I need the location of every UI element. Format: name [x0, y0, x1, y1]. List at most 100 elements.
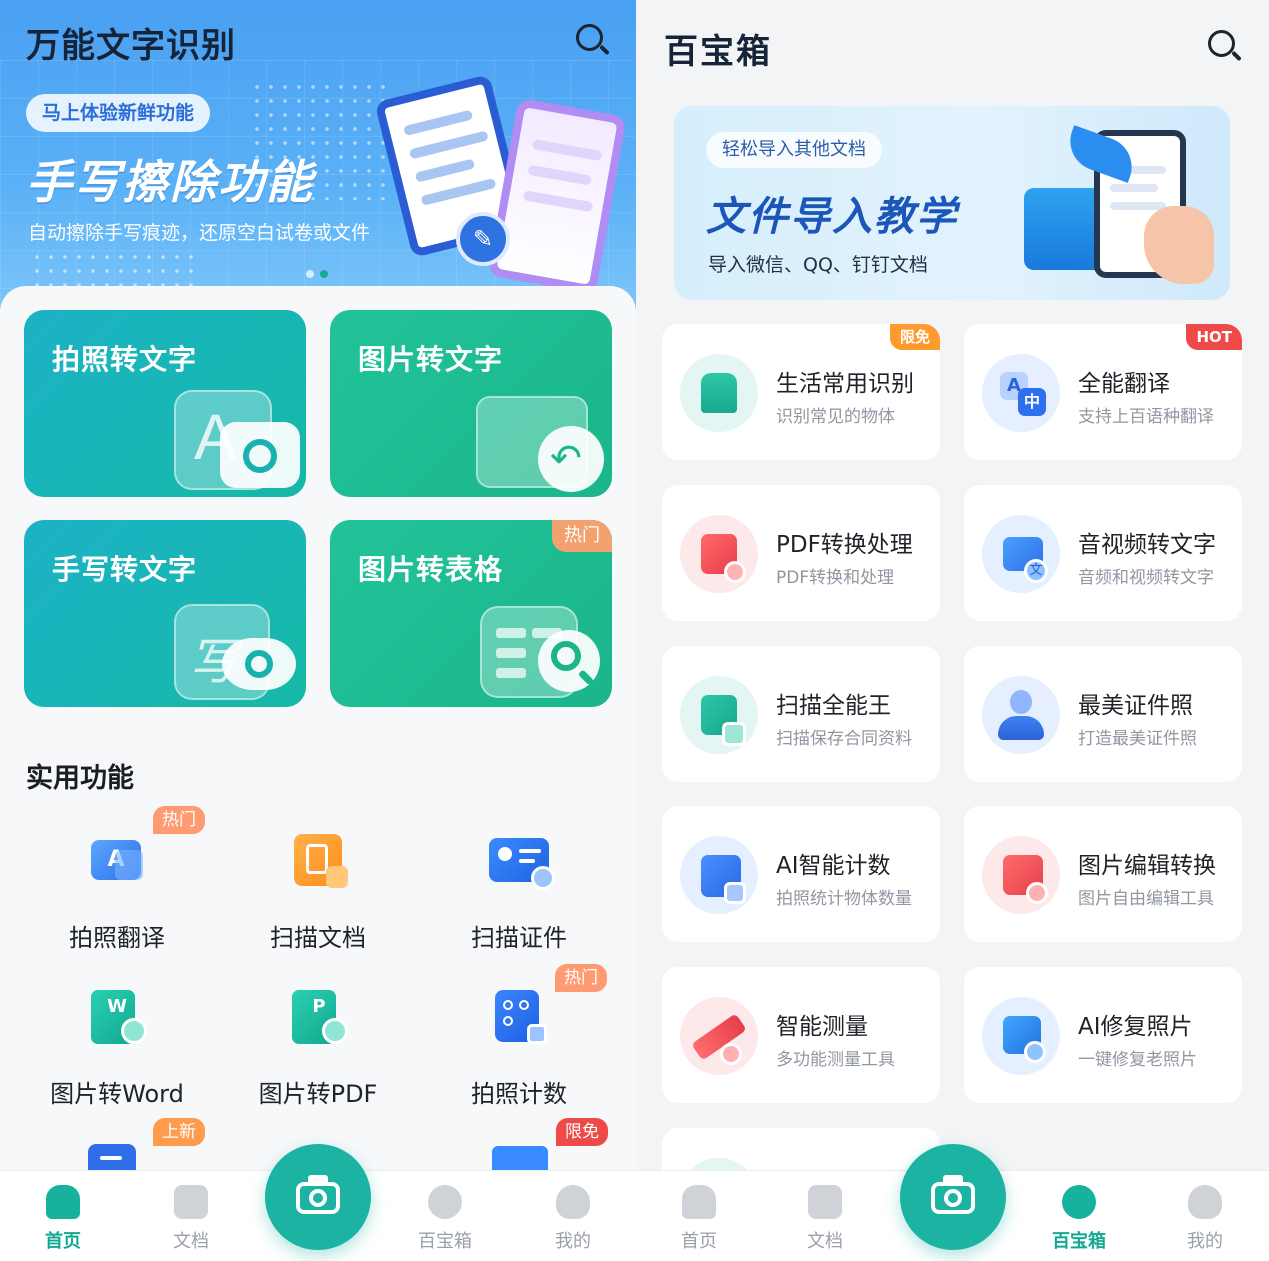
handwriting-to-text-card[interactable]: 手写转文字 写 — [24, 520, 306, 707]
section-title: 实用功能 — [26, 763, 134, 794]
tab-label: 我的 — [555, 1231, 591, 1252]
tool-name: 生活常用识别 — [776, 371, 914, 397]
toolbox-screen: 百宝箱 轻松导入其他文档 文件导入教学 导入微信、QQ、钉钉文档 生活常用识别 … — [636, 0, 1269, 1261]
document-icon — [174, 1185, 208, 1219]
image-to-pdf-tool[interactable]: P 图片转PDF — [218, 988, 418, 1108]
translate-icon: A 中 — [982, 354, 1060, 432]
tool-name: 全能翻译 — [1078, 371, 1170, 397]
scan-id-icon — [489, 832, 555, 892]
tool-name: 图片编辑转换 — [1078, 853, 1216, 879]
scan-document-icon — [288, 832, 348, 892]
pdf-icon: P — [288, 988, 348, 1048]
banner-chip: 马上体验新鲜功能 — [26, 94, 211, 132]
house-icon — [680, 354, 758, 432]
tab-toolbox[interactable]: 百宝箱 — [1034, 1185, 1124, 1253]
id-photo-icon — [982, 676, 1060, 754]
tab-label: 我的 — [1187, 1231, 1223, 1252]
photo-to-text-card[interactable]: 拍照转文字 A — [24, 310, 306, 497]
scan-id-tool[interactable]: 扫描证件 — [419, 832, 619, 952]
tab-docs[interactable]: 文档 — [780, 1185, 870, 1253]
tab-label: 百宝箱 — [418, 1231, 472, 1252]
page-title: 百宝箱 — [664, 32, 772, 72]
ai-count-icon — [680, 836, 758, 914]
free-tag: 限免 — [556, 1118, 608, 1146]
image-to-table-card[interactable]: 图片转表格 热门 — [330, 520, 612, 707]
search-icon[interactable] — [576, 24, 610, 58]
life-recognition-tool[interactable]: 生活常用识别 识别常见的物体 限免 — [662, 324, 940, 460]
card-label: 图片转表格 — [358, 553, 504, 586]
smart-measure-tool[interactable]: 智能测量 多功能测量工具 — [662, 967, 940, 1103]
hot-tag: 热门 — [555, 964, 607, 992]
home-icon — [682, 1185, 716, 1219]
tool-desc: 拍照统计物体数量 — [776, 889, 912, 909]
image-edit-tool[interactable]: 图片编辑转换 图片自由编辑工具 — [964, 806, 1242, 942]
scan-master-tool[interactable]: 扫描全能王 扫描保存合同资料 — [662, 646, 940, 782]
camera-button[interactable] — [265, 1144, 371, 1250]
tab-label: 文档 — [807, 1231, 843, 1252]
profile-icon — [556, 1185, 590, 1219]
tab-label: 文档 — [173, 1231, 209, 1252]
photo-count-tool[interactable]: 热门 拍照计数 — [419, 964, 619, 1108]
tab-home[interactable]: 首页 — [654, 1185, 744, 1253]
tool-desc: PDF转换和处理 — [776, 568, 895, 588]
count-icon — [489, 988, 549, 1048]
tool-desc: 音频和视频转文字 — [1078, 568, 1214, 588]
document-icon — [808, 1185, 842, 1219]
tab-docs[interactable]: 文档 — [146, 1185, 236, 1253]
tab-label: 首页 — [681, 1231, 717, 1252]
tab-home[interactable]: 首页 — [18, 1185, 108, 1253]
app-title: 万能文字识别 — [26, 26, 236, 66]
image-edit-icon — [982, 836, 1060, 914]
home-hero: ✎ 万能文字识别 马上体验新鲜功能 手写擦除功能 自动擦除手写痕迹，还原空白试卷… — [0, 0, 636, 310]
tool-desc: 图片自由编辑工具 — [1078, 889, 1214, 909]
camera-button[interactable] — [900, 1144, 1006, 1250]
card-label: 拍照转文字 — [52, 343, 198, 376]
search-icon[interactable] — [1208, 30, 1242, 64]
card-label: 手写转文字 — [52, 553, 198, 586]
tab-toolbox[interactable]: 百宝箱 — [400, 1185, 490, 1253]
photo-translate-tool[interactable]: A 热门 拍照翻译 — [17, 806, 217, 952]
photo-repair-tool[interactable]: AI修复照片 一键修复老照片 — [964, 967, 1242, 1103]
image-to-word-tool[interactable]: W 图片转Word — [17, 988, 217, 1108]
document-edit-icon: ✎ — [456, 212, 510, 266]
tab-mine[interactable]: 我的 — [528, 1185, 618, 1253]
hero-dots-pattern — [30, 250, 200, 290]
tool-name: AI智能计数 — [776, 853, 891, 879]
import-tutorial-banner[interactable]: 轻松导入其他文档 文件导入教学 导入微信、QQ、钉钉文档 — [674, 106, 1230, 300]
tool-name: AI修复照片 — [1078, 1014, 1193, 1040]
image-to-text-card[interactable]: 图片转文字 ↶ — [330, 310, 612, 497]
magnifier-icon — [538, 630, 600, 692]
tab-mine[interactable]: 我的 — [1160, 1185, 1250, 1253]
home-icon — [46, 1185, 80, 1219]
banner-title[interactable]: 手写擦除功能 — [26, 146, 314, 212]
scan-icon — [680, 676, 758, 754]
tool-desc: 扫描保存合同资料 — [776, 729, 912, 749]
video-text-icon: 文 — [982, 515, 1060, 593]
scan-document-tool[interactable]: 扫描文档 — [218, 832, 418, 952]
tab-label: 首页 — [45, 1231, 81, 1252]
tool-name: 音视频转文字 — [1078, 532, 1216, 558]
banner-subtitle: 导入微信、QQ、钉钉文档 — [708, 254, 928, 276]
hot-tag: HOT — [1186, 324, 1242, 350]
word-icon: W — [87, 988, 147, 1048]
pager-dot — [306, 270, 314, 278]
pdf-convert-tool[interactable]: PDF转换处理 PDF转换和处理 — [662, 485, 940, 621]
translate-tool[interactable]: A 中 全能翻译 支持上百语种翻译 HOT — [964, 324, 1242, 460]
tool-desc: 识别常见的物体 — [776, 407, 895, 427]
new-tag: 上新 — [153, 1118, 205, 1146]
tool-name: 拍照翻译 — [69, 924, 165, 952]
tool-name: 智能测量 — [776, 1014, 868, 1040]
id-photo-tool[interactable]: 最美证件照 打造最美证件照 — [964, 646, 1242, 782]
tool-desc: 多功能测量工具 — [776, 1050, 895, 1070]
hot-tag: 热门 — [153, 806, 205, 834]
tool-desc: 支持上百语种翻译 — [1078, 407, 1214, 427]
tab-label: 百宝箱 — [1052, 1231, 1106, 1252]
toolbox-icon — [428, 1185, 462, 1219]
av-to-text-tool[interactable]: 文 音视频转文字 音频和视频转文字 — [964, 485, 1242, 621]
photo-repair-icon — [982, 997, 1060, 1075]
card-label: 图片转文字 — [358, 343, 504, 376]
ai-count-tool[interactable]: AI智能计数 拍照统计物体数量 — [662, 806, 940, 942]
tool-name: 扫描文档 — [270, 924, 366, 952]
tool-name: 最美证件照 — [1078, 693, 1193, 719]
tool-name: 图片转PDF — [258, 1080, 378, 1108]
